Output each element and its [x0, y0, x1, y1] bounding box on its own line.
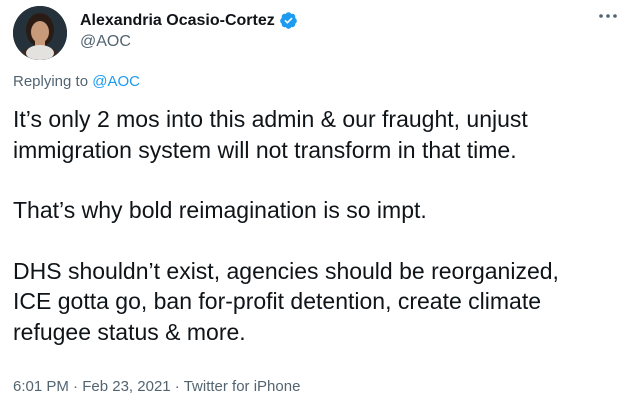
tweet-date[interactable]: Feb 23, 2021 [82, 378, 170, 395]
author-name-row[interactable]: Alexandria Ocasio-Cortez [80, 11, 298, 30]
tweet-time[interactable]: 6:01 PM [13, 378, 69, 395]
avatar-photo [13, 6, 67, 60]
tweet-paragraph: It’s only 2 mos into this admin & our fr… [13, 106, 528, 163]
replying-to-mention-link[interactable]: @AOC [92, 73, 140, 90]
meta-separator: · [170, 378, 184, 395]
tweet-metadata: 6:01 PM · Feb 23, 2021 · Twitter for iPh… [13, 378, 300, 395]
tweet-card: Alexandria Ocasio-Cortez @AOC Replying t… [0, 0, 634, 404]
avatar[interactable] [13, 6, 67, 60]
verified-badge-icon [279, 11, 298, 30]
author-handle[interactable]: @AOC [80, 33, 131, 51]
tweet-text: It’s only 2 mos into this admin & our fr… [13, 104, 623, 347]
author-display-name[interactable]: Alexandria Ocasio-Cortez [80, 12, 275, 30]
meta-separator: · [68, 378, 83, 395]
more-options-icon[interactable] [596, 4, 620, 28]
tweet-paragraph: That’s why bold reimagination is so impt… [13, 197, 427, 223]
tweet-source[interactable]: Twitter for iPhone [184, 378, 301, 395]
replying-to-prefix: Replying to [13, 73, 93, 90]
replying-to: Replying to @AOC [13, 73, 140, 90]
tweet-paragraph: DHS shouldn’t exist, agencies should be … [13, 257, 559, 345]
